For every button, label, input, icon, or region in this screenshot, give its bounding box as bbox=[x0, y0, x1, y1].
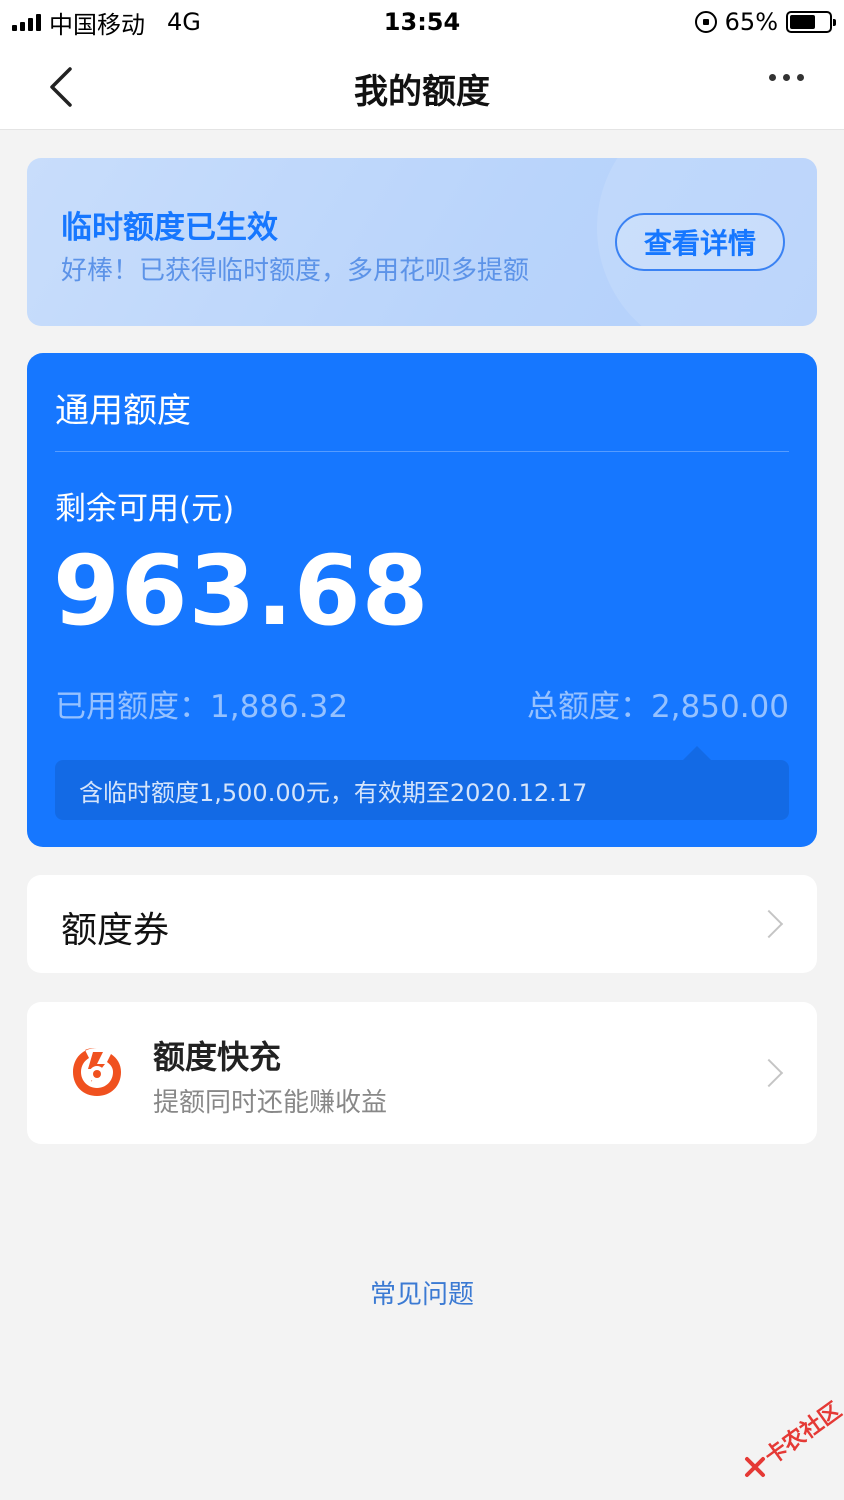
signal-icon bbox=[12, 13, 41, 31]
quick-charge-title: 额度快充 bbox=[153, 1038, 282, 1076]
quick-charge-row[interactable]: 额度快充 提额同时还能赚收益 bbox=[27, 1002, 817, 1144]
used-quota: 已用额度：1,886.32 bbox=[55, 681, 348, 726]
carrier-label: 中国移动 bbox=[49, 10, 145, 39]
status-right: 65% bbox=[694, 8, 836, 36]
page-title: 我的额度 bbox=[354, 72, 490, 112]
remaining-label: 剩余可用(元) bbox=[55, 491, 235, 527]
note-pointer bbox=[683, 746, 711, 760]
view-details-button[interactable]: 查看详情 bbox=[615, 213, 785, 271]
used-quota-amount: 1,886.32 bbox=[210, 689, 349, 725]
status-bar: 中国移动 4G 13:54 65% bbox=[0, 0, 844, 44]
watermark-text: 卡农社区 bbox=[760, 1398, 844, 1471]
divider bbox=[55, 451, 789, 452]
total-quota: 总额度：2,850.00 bbox=[527, 681, 789, 726]
orientation-lock-icon bbox=[694, 11, 717, 33]
battery-percent: 65% bbox=[724, 8, 778, 36]
quick-charge-subtitle: 提额同时还能赚收益 bbox=[153, 1088, 388, 1118]
chevron-right-icon bbox=[754, 909, 784, 939]
temp-quota-banner: 临时额度已生效 好棒！已获得临时额度，多用花呗多提额 查看详情 bbox=[27, 158, 817, 326]
faq-link[interactable]: 常见问题 bbox=[0, 1274, 844, 1311]
quota-voucher-label: 额度券 bbox=[61, 910, 170, 951]
temp-banner-subtitle: 好棒！已获得临时额度，多用花呗多提额 bbox=[61, 256, 530, 286]
more-dots-icon[interactable] bbox=[769, 74, 804, 81]
chevron-right-icon bbox=[754, 1058, 784, 1088]
watermark: 卡农社区 bbox=[740, 1398, 844, 1490]
general-quota-card: 通用额度 剩余可用(元) 963.68 已用额度：1,886.32 总额度：2,… bbox=[27, 353, 817, 847]
temp-banner-title: 临时额度已生效 bbox=[61, 210, 278, 246]
temp-quota-note: 含临时额度1,500.00元，有效期至2020.12.17 bbox=[55, 760, 789, 820]
remaining-amount: 963.68 bbox=[53, 535, 430, 647]
quota-card-title: 通用额度 bbox=[55, 391, 191, 431]
network-label: 4G bbox=[167, 8, 201, 36]
total-quota-label: 总额度： bbox=[526, 689, 651, 725]
used-quota-label: 已用额度： bbox=[55, 689, 210, 725]
total-quota-amount: 2,850.00 bbox=[650, 689, 789, 725]
quick-charge-icon bbox=[73, 1048, 121, 1096]
watermark-logo-icon bbox=[745, 1457, 765, 1477]
status-left: 中国移动 4G bbox=[12, 5, 201, 40]
battery-icon bbox=[786, 11, 836, 33]
battery-fill bbox=[790, 15, 815, 29]
nav-bar: 我的额度 bbox=[0, 44, 844, 130]
quota-voucher-row[interactable]: 额度券 bbox=[27, 875, 817, 973]
